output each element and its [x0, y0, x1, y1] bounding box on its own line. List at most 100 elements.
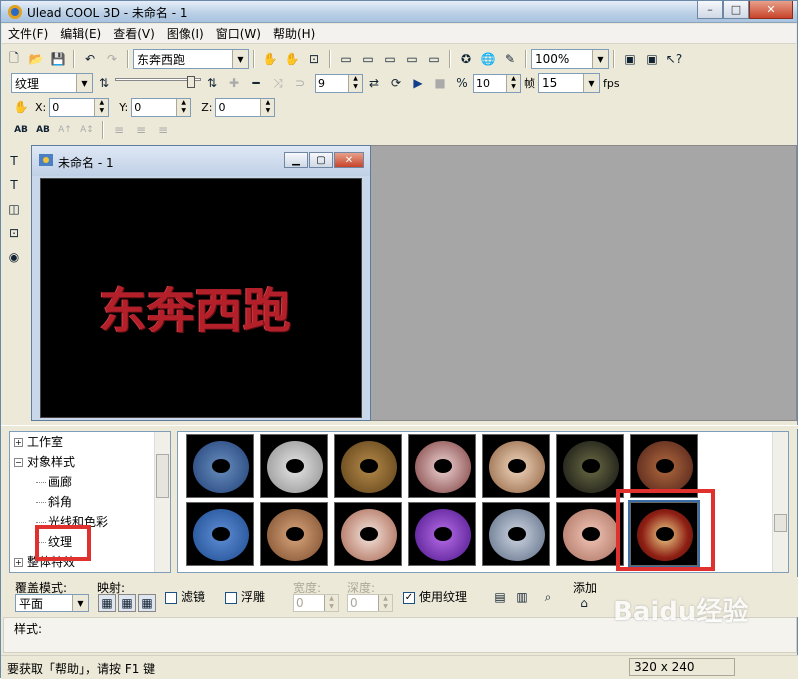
keyframe-arrows-icon[interactable]: ⇅ [94, 73, 114, 93]
texture-search-icon[interactable]: ⌕ [538, 587, 558, 607]
checkbox-box[interactable] [165, 591, 177, 604]
close-button[interactable]: ✕ [749, 1, 793, 19]
add-preset-icon[interactable]: ⌂ [574, 593, 594, 613]
tree-item-bevel[interactable]: 斜角 [10, 492, 170, 512]
stop-icon[interactable]: ■ [430, 73, 450, 93]
map-mode-1-icon[interactable]: ▦ [98, 594, 116, 612]
texture-thumbnail[interactable] [482, 434, 550, 498]
light-icon[interactable]: ✪ [456, 49, 476, 69]
align-center-icon[interactable]: ≡ [131, 120, 151, 140]
preview-icon[interactable]: ▣ [620, 49, 640, 69]
texture-thumbnail[interactable] [186, 434, 254, 498]
menu-image[interactable]: 图像(I) [161, 24, 210, 44]
attribute-combo[interactable]: 纹理 ▼ [11, 73, 93, 93]
scroll-thumb[interactable] [156, 454, 169, 498]
play-icon[interactable]: ▶ [408, 73, 428, 93]
add-keyframe-icon[interactable]: ✚ [224, 73, 244, 93]
menu-window[interactable]: 窗口(W) [210, 24, 267, 44]
maximize-button[interactable]: □ [723, 1, 749, 19]
globe-icon[interactable]: 🌐 [478, 49, 498, 69]
expand-icon[interactable]: + [14, 438, 23, 447]
reverse-icon[interactable]: ⤨ [268, 73, 288, 93]
edit-icon[interactable]: ✎ [500, 49, 520, 69]
menu-help[interactable]: 帮助(H) [267, 24, 321, 44]
tree-scrollbar[interactable] [154, 432, 170, 572]
text-spacing-icon[interactable]: A↑ [55, 120, 75, 140]
texture-thumbnail[interactable] [260, 502, 328, 566]
keyframe-arrows-icon[interactable]: ⇅ [202, 73, 222, 93]
y-spinner[interactable]: 0 ▲ ▼ [131, 97, 192, 117]
text-object-combo[interactable]: 东奔西跑 ▼ [133, 49, 249, 69]
insert-object-icon[interactable]: ◫ [4, 199, 24, 219]
minimize-button[interactable]: – [697, 1, 723, 19]
gallery-scrollbar[interactable] [772, 432, 788, 572]
scroll-thumb[interactable] [774, 514, 787, 532]
tree-item-gallery[interactable]: 画廊 [10, 472, 170, 492]
camera-front-icon[interactable]: ▭ [336, 49, 356, 69]
overlay-mode-combo[interactable]: 平面 ▼ [15, 594, 89, 612]
tree-item-object-style[interactable]: − 对象样式 [10, 452, 170, 472]
text-italic-icon[interactable]: AB [33, 120, 53, 140]
z-spinner[interactable]: 0 ▲ ▼ [215, 97, 276, 117]
percent-icon[interactable]: % [452, 73, 472, 93]
line-spacing-icon[interactable]: A↕ [77, 120, 97, 140]
chevron-down-icon[interactable]: ▼ [592, 50, 608, 68]
insert-text-icon[interactable]: T [4, 151, 24, 171]
swap-icon[interactable]: ⇄ [364, 73, 384, 93]
texture-thumbnail[interactable] [556, 434, 624, 498]
timeline-slider[interactable] [115, 76, 201, 90]
map-mode-2-icon[interactable]: ▦ [118, 594, 136, 612]
menu-view[interactable]: 查看(V) [107, 24, 161, 44]
redo-icon[interactable]: ↷ [102, 49, 122, 69]
camera-side-icon[interactable]: ▭ [380, 49, 400, 69]
texture-thumbnail[interactable] [186, 502, 254, 566]
chevron-down-icon[interactable]: ▼ [232, 50, 248, 68]
texture-thumbnail[interactable] [408, 502, 476, 566]
chevron-down-icon[interactable]: ▼ [76, 74, 92, 92]
chevron-down-icon[interactable]: ▼ [72, 595, 88, 611]
geometry-icon[interactable]: ◉ [4, 247, 24, 267]
zoom-combo[interactable]: 100% ▼ [531, 49, 609, 69]
rotate-hand-icon[interactable]: ✋ [282, 49, 302, 69]
menu-file[interactable]: 文件(F) [2, 24, 54, 44]
texture-thumbnail[interactable] [556, 502, 624, 566]
hand-icon[interactable]: ✋ [260, 49, 280, 69]
doc-minimize-button[interactable]: ▁ [284, 152, 308, 168]
camera-top-icon[interactable]: ▭ [402, 49, 422, 69]
camera-back-icon[interactable]: ▭ [358, 49, 378, 69]
canvas-3d-text[interactable]: 东奔西跑 [99, 271, 291, 341]
loop-icon[interactable]: ⊃ [290, 73, 310, 93]
frame-spinner[interactable]: 9 ▲ ▼ [315, 73, 363, 93]
texture-thumbnail[interactable] [334, 502, 402, 566]
object-select-icon[interactable]: ⊡ [4, 223, 24, 243]
export-icon[interactable]: ▣ [642, 49, 662, 69]
expand-icon[interactable]: + [14, 558, 23, 567]
render-canvas[interactable]: 东奔西跑 [40, 178, 362, 418]
texture-folder-icon[interactable]: ▥ [512, 587, 532, 607]
texture-file-icon[interactable]: ▤ [490, 587, 510, 607]
texture-thumbnail[interactable] [408, 434, 476, 498]
texture-thumbnail[interactable] [260, 434, 328, 498]
save-icon[interactable]: 💾 [48, 49, 68, 69]
doc-maximize-button[interactable]: ▢ [309, 152, 333, 168]
position-icon[interactable]: ✋ [11, 97, 31, 117]
menu-edit[interactable]: 编辑(E) [54, 24, 107, 44]
align-left-icon[interactable]: ≡ [109, 120, 129, 140]
map-mode-3-icon[interactable]: ▦ [138, 594, 156, 612]
x-spinner[interactable]: 0 ▲ ▼ [49, 97, 110, 117]
use-texture-checkbox[interactable]: ✓ 使用纹理 [403, 588, 467, 605]
filter-checkbox[interactable]: 滤镜 [165, 588, 205, 605]
depth-spinner[interactable]: 0 ▲ ▼ [347, 594, 393, 612]
fps-combo[interactable]: 15 ▼ [538, 73, 600, 93]
undo-icon[interactable]: ↶ [80, 49, 100, 69]
width-spinner[interactable]: 0 ▲ ▼ [293, 594, 339, 612]
frames-spinner[interactable]: 10 ▲ ▼ [473, 73, 521, 93]
chevron-down-icon[interactable]: ▼ [583, 74, 599, 92]
select-all-icon[interactable]: ⊡ [304, 49, 324, 69]
open-folder-icon[interactable]: 📂 [26, 49, 46, 69]
help-pointer-icon[interactable]: ↖? [664, 49, 684, 69]
edit-text-icon[interactable]: T [4, 175, 24, 195]
checkbox-box[interactable] [225, 591, 237, 604]
emboss-checkbox[interactable]: 浮雕 [225, 588, 265, 605]
camera-bottom-icon[interactable]: ▭ [424, 49, 444, 69]
